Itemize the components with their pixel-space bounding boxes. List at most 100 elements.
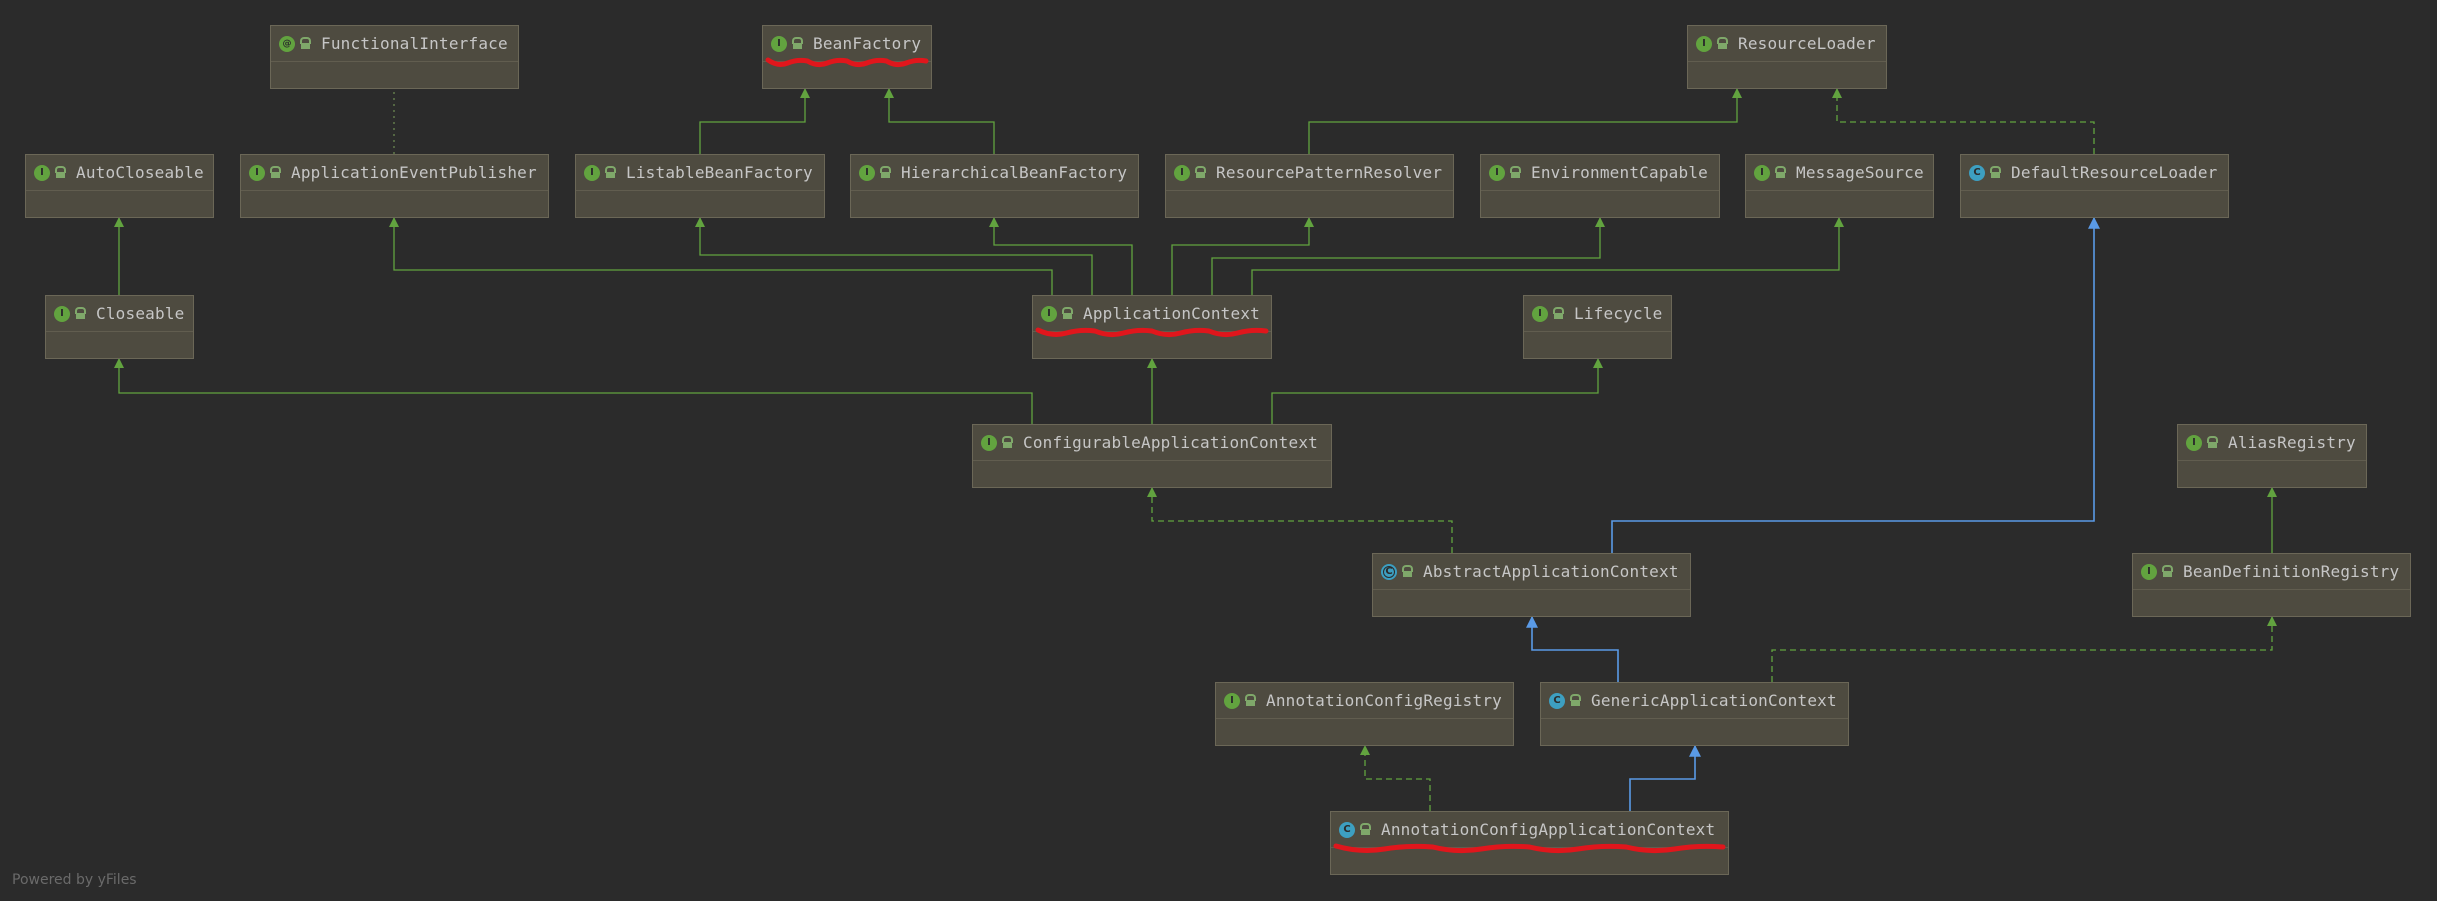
node-label: HierarchicalBeanFactory — [901, 163, 1128, 182]
node-application-context[interactable]: I ApplicationContext — [1032, 295, 1272, 359]
node-functional-interface[interactable]: @ FunctionalInterface — [270, 25, 519, 89]
edge-extends-interface — [1308, 88, 1742, 154]
node-auto-closeable[interactable]: I AutoCloseable — [25, 154, 214, 218]
edge-extends-interface — [389, 217, 1053, 295]
unlock-icon — [1359, 824, 1371, 836]
interface-icon: I — [54, 305, 70, 322]
edge-extends-interface — [884, 88, 995, 154]
node-header: C DefaultResourceLoader — [1961, 155, 2228, 191]
interface-icon: I — [1489, 164, 1505, 181]
interface-icon: I — [859, 164, 875, 181]
edge-extends-interface — [114, 358, 1033, 424]
class-icon: C — [1969, 164, 1985, 181]
unlock-icon — [604, 167, 616, 179]
uml-class-diagram: @ FunctionalInterface I BeanFactory I Resourc… — [0, 0, 2437, 901]
unlock-icon — [1244, 695, 1256, 707]
node-header: C GenericApplicationContext — [1541, 683, 1848, 719]
interface-icon: I — [1224, 692, 1240, 709]
node-label: AnnotationConfigRegistry — [1266, 691, 1502, 710]
node-header: I ApplicationEventPublisher — [241, 155, 548, 191]
edge-extends-interface — [989, 217, 1133, 295]
edge-implements — [1360, 745, 1431, 811]
edge-extends-class — [1526, 615, 1619, 682]
node-label: AliasRegistry — [2228, 433, 2356, 452]
interface-icon: I — [1041, 305, 1057, 322]
edge-implements — [1147, 487, 1453, 553]
node-header: @ FunctionalInterface — [271, 26, 518, 62]
node-label: BeanDefinitionRegistry — [2183, 562, 2400, 581]
unlock-icon — [1401, 566, 1413, 578]
node-hierarchical-bean-factory[interactable]: I HierarchicalBeanFactory — [850, 154, 1139, 218]
node-resource-pattern-resolver[interactable]: I ResourcePatternResolver — [1165, 154, 1454, 218]
interface-icon: I — [1754, 164, 1770, 181]
node-label: ResourcePatternResolver — [1216, 163, 1443, 182]
node-annotation-config-application-context[interactable]: C AnnotationConfigApplicationContext — [1330, 811, 1729, 875]
node-closeable[interactable]: I Closeable — [45, 295, 194, 359]
edge-extends-interface — [1211, 217, 1605, 295]
node-header: I MessageSource — [1746, 155, 1933, 191]
node-label: MessageSource — [1796, 163, 1924, 182]
node-alias-registry[interactable]: I AliasRegistry — [2177, 424, 2367, 488]
node-lifecycle[interactable]: I Lifecycle — [1523, 295, 1672, 359]
edge-implements — [1771, 616, 2277, 682]
unlock-icon — [74, 308, 86, 320]
edge-extends-interface — [695, 217, 1093, 295]
class-icon: C — [1339, 821, 1355, 838]
unlock-icon — [791, 38, 803, 50]
node-header: I AnnotationConfigRegistry — [1216, 683, 1513, 719]
powered-by-footer: Powered by yFiles — [12, 872, 137, 888]
node-header: C AnnotationConfigApplicationContext — [1331, 812, 1728, 848]
node-listable-bean-factory[interactable]: I ListableBeanFactory — [575, 154, 825, 218]
node-label: ApplicationContext — [1083, 304, 1260, 323]
interface-icon: I — [981, 434, 997, 451]
node-label: ListableBeanFactory — [626, 163, 813, 182]
node-header: I Closeable — [46, 296, 193, 332]
unlock-icon — [269, 167, 281, 179]
unlock-icon — [1989, 167, 2001, 179]
node-label: AbstractApplicationContext — [1423, 562, 1679, 581]
node-label: ConfigurableApplicationContext — [1023, 433, 1318, 452]
interface-icon: I — [584, 164, 600, 181]
interface-icon: I — [1532, 305, 1548, 322]
interface-icon: I — [249, 164, 265, 181]
edge-extends-interface — [1271, 358, 1603, 424]
node-environment-capable[interactable]: I EnvironmentCapable — [1480, 154, 1720, 218]
interface-icon: I — [771, 35, 787, 52]
node-header: I ConfigurableApplicationContext — [973, 425, 1331, 461]
node-label: EnvironmentCapable — [1531, 163, 1708, 182]
node-header: I ApplicationContext — [1033, 296, 1271, 332]
unlock-icon — [54, 167, 66, 179]
edge-implements — [1832, 88, 2095, 154]
unlock-icon — [1569, 695, 1581, 707]
unlock-icon — [1774, 167, 1786, 179]
edge-extends-class — [1611, 216, 2100, 553]
unlock-icon — [2161, 566, 2173, 578]
abstract-class-icon: C — [1381, 563, 1397, 580]
node-message-source[interactable]: I MessageSource — [1745, 154, 1934, 218]
node-label: ResourceLoader — [1738, 34, 1876, 53]
node-generic-application-context[interactable]: C GenericApplicationContext — [1540, 682, 1849, 746]
node-configurable-application-context[interactable]: I ConfigurableApplicationContext — [972, 424, 1332, 488]
node-bean-definition-registry[interactable]: I BeanDefinitionRegistry — [2132, 553, 2411, 617]
node-default-resource-loader[interactable]: C DefaultResourceLoader — [1960, 154, 2229, 218]
unlock-icon — [1001, 437, 1013, 449]
edge-extends-interface — [1171, 217, 1314, 295]
node-label: DefaultResourceLoader — [2011, 163, 2218, 182]
node-header: I Lifecycle — [1524, 296, 1671, 332]
node-header: I ResourceLoader — [1688, 26, 1886, 62]
interface-icon: I — [2141, 563, 2157, 580]
node-label: AnnotationConfigApplicationContext — [1381, 820, 1716, 839]
node-header: I HierarchicalBeanFactory — [851, 155, 1138, 191]
unlock-icon — [1552, 308, 1564, 320]
node-abstract-application-context[interactable]: C AbstractApplicationContext — [1372, 553, 1691, 617]
node-annotation-config-registry[interactable]: I AnnotationConfigRegistry — [1215, 682, 1514, 746]
annotation-icon: @ — [279, 35, 295, 52]
class-icon: C — [1549, 692, 1565, 709]
node-application-event-publisher[interactable]: I ApplicationEventPublisher — [240, 154, 549, 218]
node-header: I ResourcePatternResolver — [1166, 155, 1453, 191]
node-resource-loader[interactable]: I ResourceLoader — [1687, 25, 1887, 89]
node-bean-factory[interactable]: I BeanFactory — [762, 25, 932, 89]
interface-icon: I — [2186, 434, 2202, 451]
node-header: I ListableBeanFactory — [576, 155, 824, 191]
unlock-icon — [2206, 437, 2218, 449]
